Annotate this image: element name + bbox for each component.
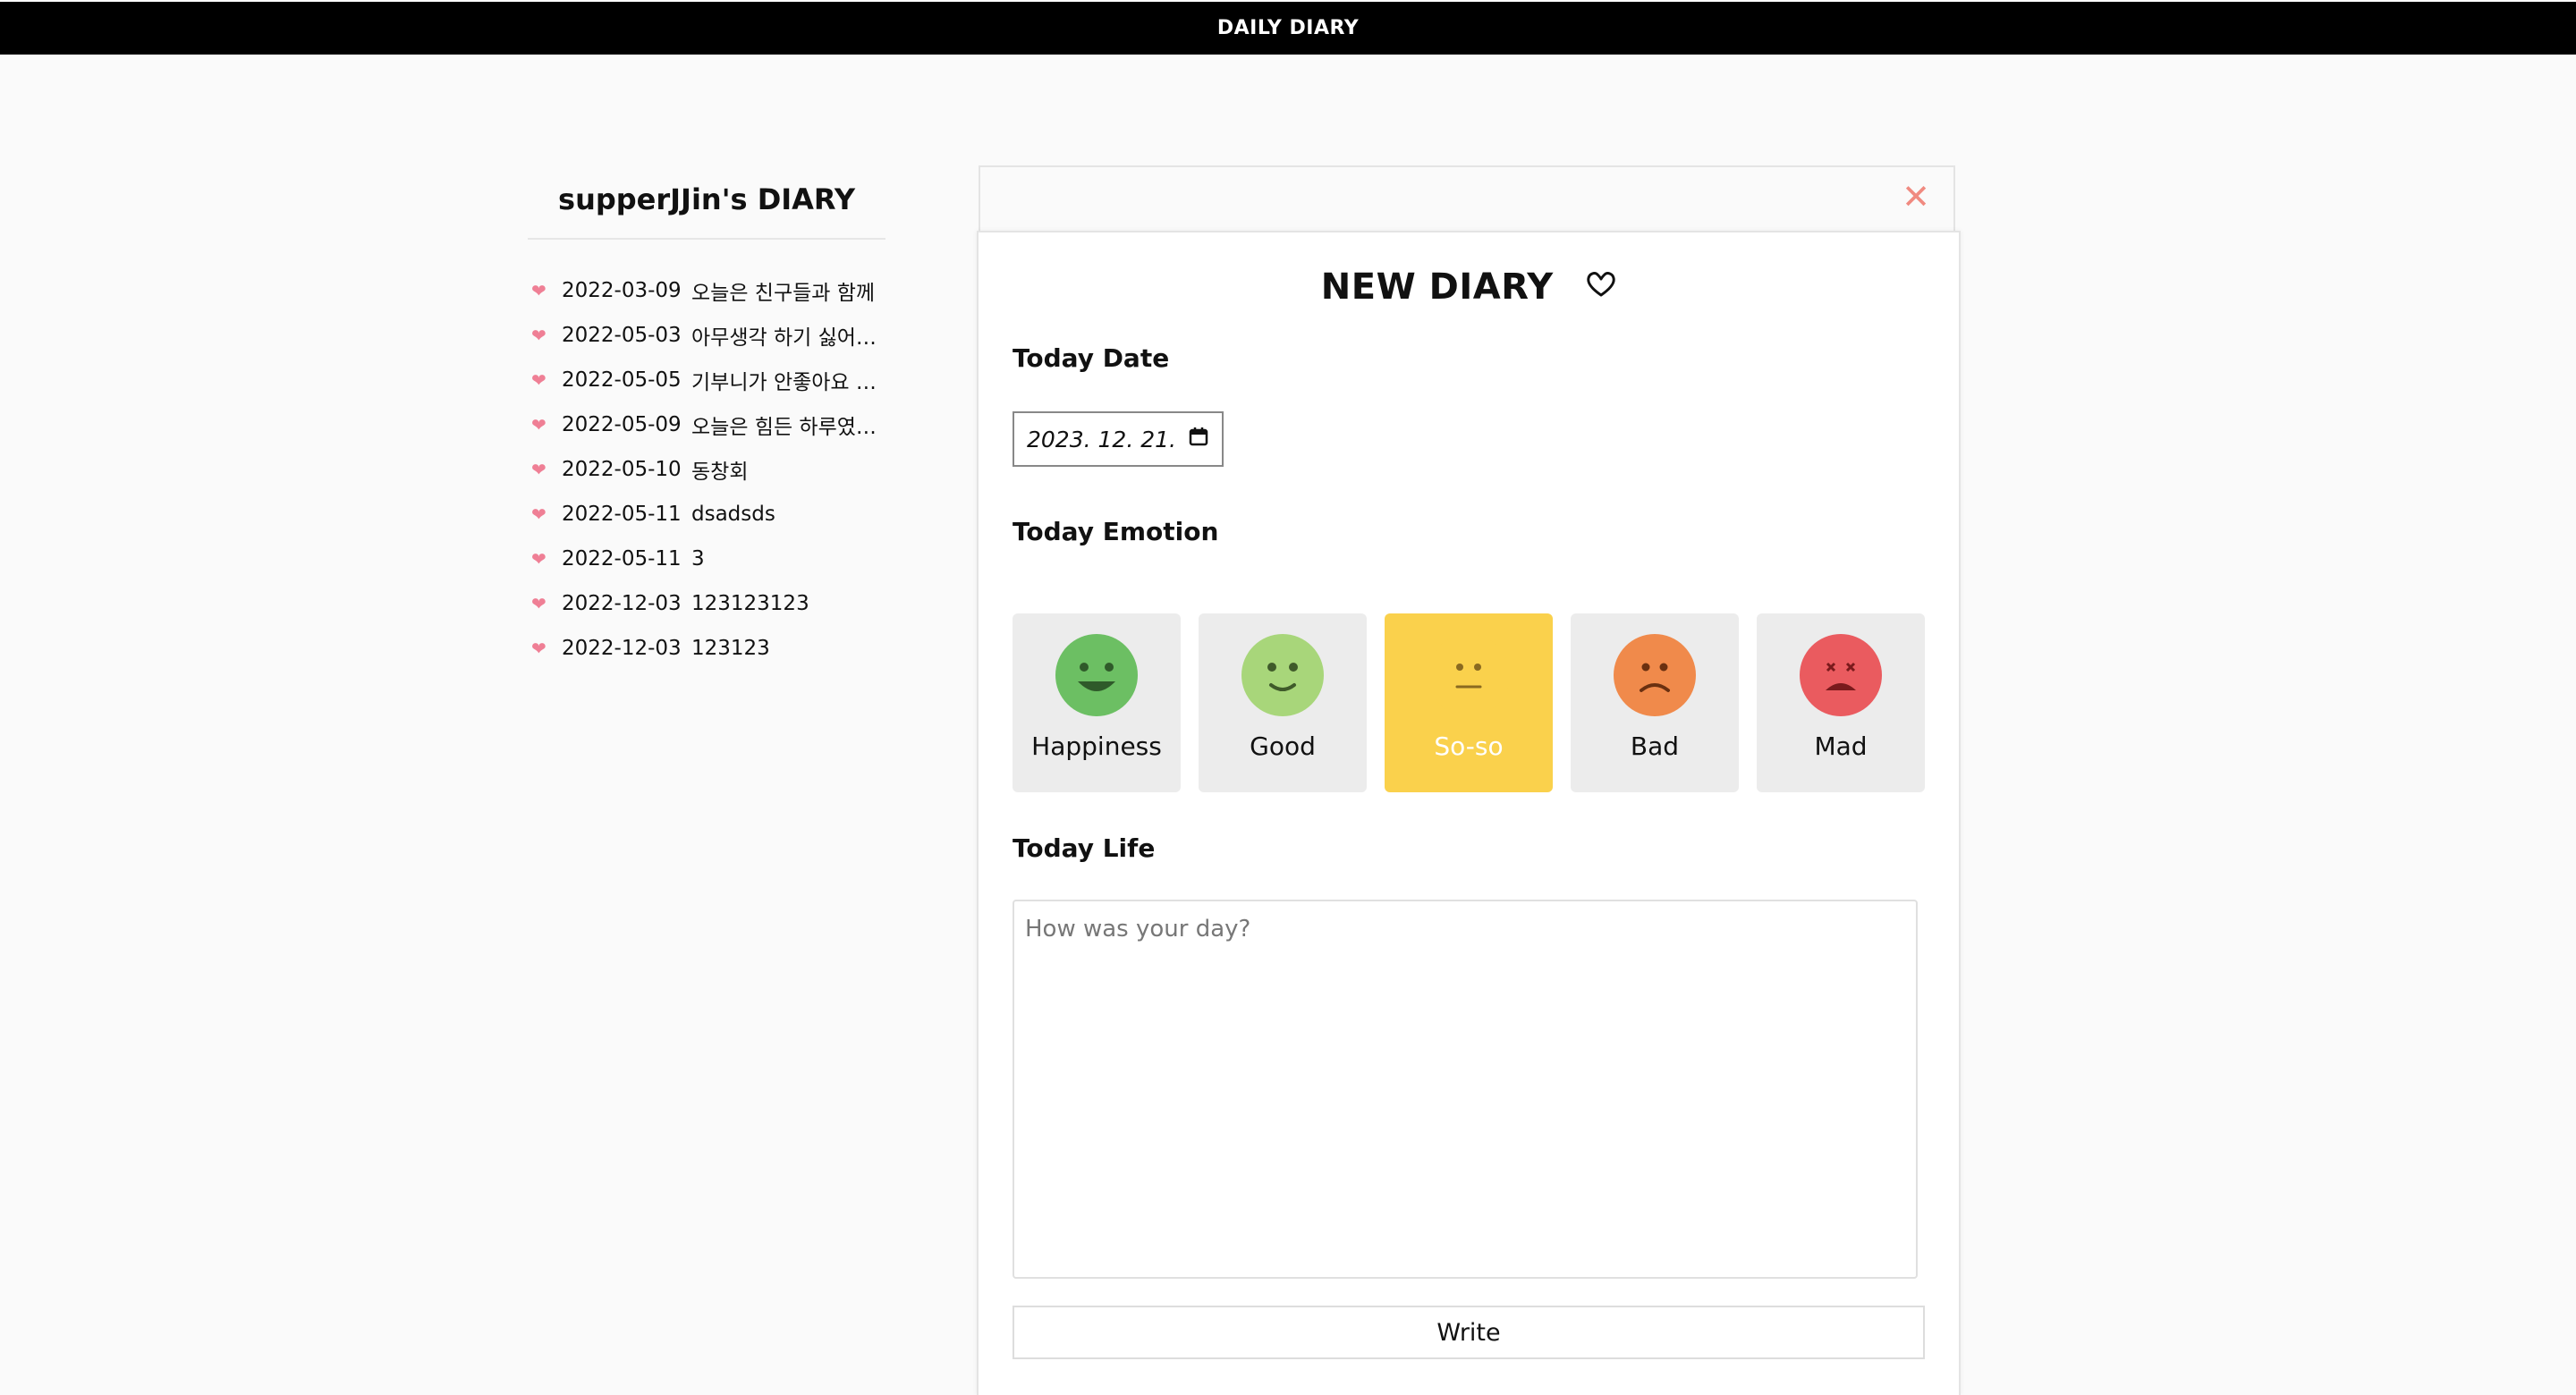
entry-date: 2022-05-05 [562,368,682,392]
diary-list-item[interactable]: ❤ 2022-03-09 오늘은 친구들과 함께 [528,268,886,313]
modal-title: NEW DIARY [1320,266,1554,308]
entry-date: 2022-05-10 [562,458,682,481]
entry-date: 2022-05-03 [562,324,682,347]
emotion-soso[interactable]: So-so [1385,613,1553,792]
calendar-icon[interactable] [1188,426,1209,452]
happiness-face-icon [1055,634,1138,716]
entry-text: 오늘은 힘든 하루였… [691,416,877,439]
diary-list-item[interactable]: ❤ 2022-05-10 동창회 [528,447,886,492]
emotion-happiness[interactable]: Happiness [1013,613,1181,792]
diary-sidebar: supperJJin's DIARY ❤ 2022-03-09 오늘은 친구들과… [528,161,886,671]
entry-text: 아무생각 하기 싫어… [691,326,877,350]
emotion-label-mad: Mad [1814,731,1868,761]
write-button[interactable]: Write [1013,1306,1925,1359]
entry-text: 동창회 [691,461,749,484]
entry-text: 123123123 [691,592,809,615]
emotion-good[interactable]: Good [1199,613,1367,792]
modal-title-row: NEW DIARY [979,266,1959,308]
entry-date: 2022-05-11 [562,547,682,571]
date-label: Today Date [1013,343,1170,373]
emotion-bad[interactable]: Bad [1571,613,1739,792]
entry-text: 기부니가 안좋아요 … [691,371,877,394]
entry-date: 2022-05-09 [562,413,682,436]
entry-date: 2022-03-09 [562,279,682,302]
heart-icon: ❤ [531,325,547,346]
mad-face-icon [1800,634,1882,716]
heart-icon: ❤ [531,548,547,570]
heart-icon: ❤ [531,459,547,480]
diary-list: ❤ 2022-03-09 오늘은 친구들과 함께 ❤ 2022-05-03 아무… [528,268,886,671]
emotion-label-happiness: Happiness [1031,731,1162,761]
entry-text: 오늘은 친구들과 함께 [691,282,876,305]
heart-outline-icon [1586,266,1616,307]
date-value: 2023. 12. 21. [1027,426,1176,452]
heart-icon: ❤ [531,369,547,391]
diary-list-item[interactable]: ❤ 2022-05-09 오늘은 힘든 하루였… [528,402,886,447]
entry-date: 2022-12-03 [562,592,682,615]
heart-icon: ❤ [531,414,547,435]
date-input[interactable]: 2023. 12. 21. [1013,411,1224,467]
emotion-label-soso: So-so [1434,731,1504,761]
sidebar-title: supperJJin's DIARY [528,161,886,240]
emotion-picker: Happiness Good So-so Bad Mad [1013,613,1925,792]
heart-icon: ❤ [531,638,547,659]
modal-header-bar: ✕ [979,165,1955,232]
entry-date: 2022-05-11 [562,503,682,526]
entry-text: dsadsds [691,503,775,526]
diary-list-item[interactable]: ❤ 2022-05-11 dsadsds [528,492,886,537]
new-diary-modal: NEW DIARY Today Date 2023. 12. 21. Today… [977,231,1961,1395]
soso-face-icon [1428,634,1510,716]
good-face-icon [1241,634,1324,716]
top-bar: DAILY DIARY [0,0,2576,55]
life-label: Today Life [1013,833,1156,863]
app-title: DAILY DIARY [1216,17,1360,39]
diary-list-item[interactable]: ❤ 2022-05-11 3 [528,537,886,581]
heart-icon: ❤ [531,593,547,614]
diary-list-item[interactable]: ❤ 2022-05-03 아무생각 하기 싫어… [528,313,886,358]
entry-text: 3 [691,547,705,571]
heart-icon: ❤ [531,503,547,525]
diary-list-item[interactable]: ❤ 2022-12-03 123123123 [528,581,886,626]
diary-list-item[interactable]: ❤ 2022-05-05 기부니가 안좋아요 … [528,358,886,402]
heart-icon: ❤ [531,280,547,301]
emotion-label-bad: Bad [1630,731,1680,761]
emotion-mad[interactable]: Mad [1757,613,1925,792]
today-life-textarea[interactable] [1013,900,1918,1279]
entry-text: 123123 [691,637,770,660]
bad-face-icon [1614,634,1696,716]
diary-list-item[interactable]: ❤ 2022-12-03 123123 [528,626,886,671]
entry-date: 2022-12-03 [562,637,682,660]
emotion-label-good: Good [1250,731,1316,761]
close-icon[interactable]: ✕ [1902,180,1930,214]
emotion-label: Today Emotion [1013,517,1219,546]
